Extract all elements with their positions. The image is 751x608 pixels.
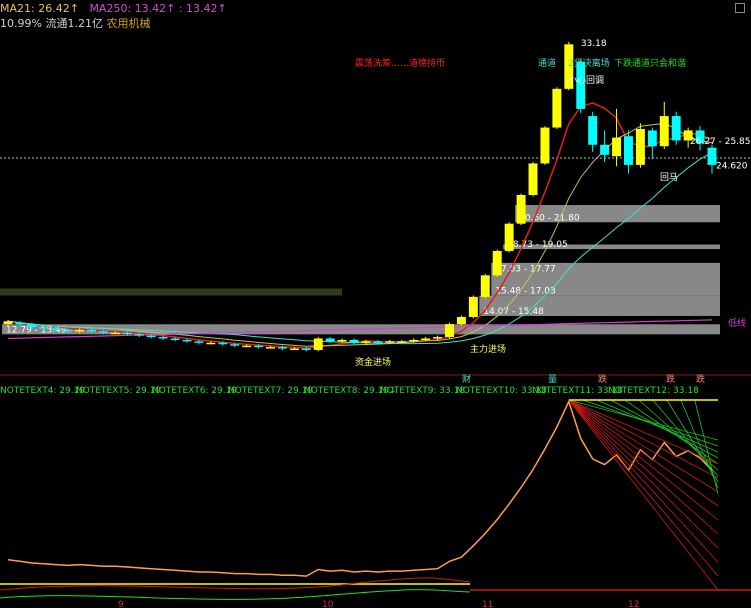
lower-green-wave <box>0 589 471 600</box>
candle-body <box>122 332 132 335</box>
candle-body <box>242 345 252 348</box>
candle-body <box>552 88 562 128</box>
fan-line <box>568 399 719 591</box>
candle-body <box>361 341 371 343</box>
candle-body <box>51 328 61 330</box>
candle-body <box>289 348 299 351</box>
fan-line <box>568 399 719 577</box>
candle-body <box>373 341 383 343</box>
candle-body <box>146 335 156 338</box>
annotation-wash: 震荡洗筹……道德持币 <box>355 57 445 69</box>
annotation-careful: 小心回调 <box>568 75 604 86</box>
candle-body <box>170 338 180 340</box>
annotation-down-channel: 下跌通道只会和谐 <box>614 57 686 69</box>
annotation-main-entry: 主力进场 <box>470 343 506 355</box>
candle-body <box>75 329 85 332</box>
candle-body <box>230 344 240 346</box>
annotation-low-line: 低线 <box>728 317 746 329</box>
candle-body <box>15 322 25 325</box>
candle-body <box>3 321 13 325</box>
note-text-label: NOTETEXT9: 33.18 <box>380 386 465 396</box>
lower-marker: 财 <box>462 373 471 385</box>
candle-body <box>504 223 514 251</box>
note-text-label: NOTETEXT6: 29.19 <box>152 386 237 396</box>
candle-body <box>63 329 73 332</box>
candle-body <box>254 345 264 348</box>
gap-zone-label: 17.03 - 17.77 <box>495 264 556 274</box>
candle-body <box>647 130 657 147</box>
candle-body <box>480 275 490 297</box>
range-top-label: 26.27 - 25.85 <box>690 137 751 147</box>
candle-body <box>612 137 622 157</box>
annotation-fund-entry: 资金进场 <box>355 356 391 368</box>
fan-line <box>568 399 719 563</box>
lower-marker: 量 <box>548 374 557 385</box>
candle-body <box>528 163 538 195</box>
candle-body <box>134 334 144 336</box>
note-text-label: NOTETEXT12: 33.18 <box>608 386 699 396</box>
candle-body <box>206 342 216 345</box>
candle-body <box>39 327 49 329</box>
candle-body <box>277 347 287 349</box>
candle-body <box>266 347 275 349</box>
lower-trend-line <box>7 399 713 577</box>
x-axis-tick: 11 <box>482 600 493 608</box>
note-text-label: NOTETEXT4: 29.19 <box>0 386 85 396</box>
candle-body <box>87 329 96 332</box>
candle-body <box>313 338 323 350</box>
candle-body <box>397 341 407 343</box>
annotation-tongdao: 通道 <box>538 57 556 69</box>
fan-line <box>568 399 719 549</box>
high-price-label: 33.18 <box>581 39 607 49</box>
lower-marker: 跌 <box>666 374 675 385</box>
x-axis-tick: 12 <box>628 600 639 608</box>
lower-marker: 跌 <box>696 374 705 385</box>
x-axis-tick: 9 <box>118 600 124 608</box>
gap-zone-label: 18.73 - 19.05 <box>507 240 567 250</box>
candle-body <box>624 136 633 165</box>
candle-body <box>349 339 359 343</box>
lower-marker: 跌 <box>598 374 607 385</box>
candle-body <box>671 116 681 141</box>
candle-body <box>325 338 335 342</box>
fan-line <box>568 399 719 507</box>
candle-body <box>337 339 347 342</box>
candle-body <box>27 324 37 327</box>
gap-zone-label: 14.07 - 15.48 <box>483 307 544 317</box>
annotation-tongdao-tail: 2坚决离场 <box>568 57 610 69</box>
candle-body <box>492 250 502 276</box>
candle-body <box>468 296 478 317</box>
candle-body <box>194 341 204 343</box>
candle-body <box>456 316 466 325</box>
candle-body <box>635 129 645 165</box>
annotation-pullback: 回马 <box>660 172 678 183</box>
fan-line <box>568 399 719 465</box>
fan-line <box>568 399 719 479</box>
candle-body <box>385 341 395 343</box>
candle-body <box>600 144 610 155</box>
current-price-label: 24.620 <box>716 162 748 172</box>
candle-body <box>445 324 454 338</box>
note-text-label: NOTETEXT5: 29.19 <box>76 386 161 396</box>
gap-zone-label: 15.48 - 17.03 <box>495 287 556 297</box>
gap-zone-label: 20.60 - 21.80 <box>519 213 580 223</box>
candle-body <box>516 195 526 224</box>
candle-body <box>409 339 419 342</box>
candle-body <box>301 348 311 351</box>
x-axis-tick: 10 <box>322 600 334 608</box>
candle-body <box>218 342 228 345</box>
candle-body <box>421 338 431 340</box>
candle-body <box>110 332 120 335</box>
candle-body <box>588 116 598 145</box>
candle-body <box>433 337 443 339</box>
candle-body <box>182 339 192 342</box>
note-text-label: NOTETEXT7: 29.19 <box>228 386 313 396</box>
candle-body <box>158 337 168 339</box>
candle-body <box>540 127 550 164</box>
candle-body <box>659 116 669 147</box>
kline-chart[interactable]: 20.60 - 21.80 18.73 - 19.05 17.03 - 17.77 1… <box>0 0 751 608</box>
candle-body <box>98 331 108 333</box>
